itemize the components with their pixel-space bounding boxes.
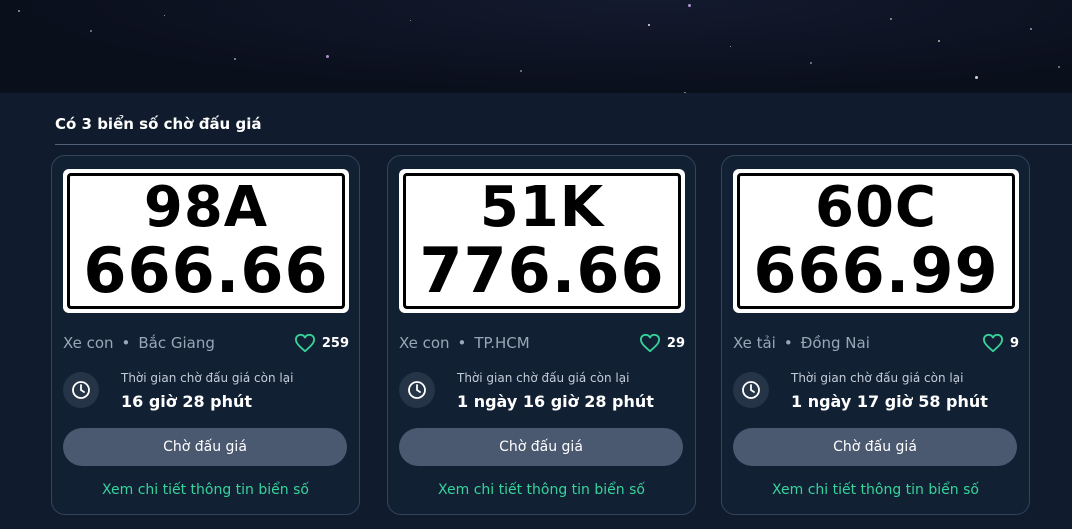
countdown-value: 16 giờ 28 phút [121, 392, 253, 411]
like-control[interactable]: 9 [982, 333, 1019, 353]
plate-series: 60C [814, 175, 938, 240]
meta-separator: • [457, 334, 467, 352]
star [1058, 66, 1060, 68]
plate-card: 98A 666.66 Xe con • Bắc Giang 259 Thời gia… [51, 155, 360, 515]
countdown-label: Thời gian chờ đấu giá còn lại [457, 371, 630, 385]
plate-details-link[interactable]: Xem chi tiết thông tin biển số [722, 482, 1029, 498]
star [18, 10, 20, 12]
heart-icon [294, 333, 315, 353]
plate-frame: 51K 776.66 [403, 173, 681, 309]
star [234, 58, 236, 60]
license-plate[interactable]: 51K 776.66 [399, 169, 685, 313]
star [648, 24, 650, 26]
meta-separator: • [121, 334, 131, 352]
plate-number: 666.66 [83, 234, 329, 307]
like-control[interactable]: 259 [294, 333, 349, 353]
heading-divider [55, 144, 1072, 145]
plate-card: 51K 776.66 Xe con • TP.HCM 29 Thời gian ch… [387, 155, 696, 515]
plate-meta: Xe tải • Đồng Nai [733, 334, 870, 352]
plate-card: 60C 666.99 Xe tải • Đồng Nai 9 Thời gian c… [721, 155, 1030, 515]
vehicle-type: Xe con [399, 334, 450, 352]
plate-details-link[interactable]: Xem chi tiết thông tin biển số [388, 482, 695, 498]
star [410, 20, 411, 21]
license-plate[interactable]: 98A 666.66 [63, 169, 349, 313]
star [688, 4, 691, 7]
region: Bắc Giang [138, 334, 215, 352]
star [90, 30, 92, 32]
star [520, 70, 522, 72]
star [730, 46, 731, 47]
section-heading: Có 3 biển số chờ đấu giá [55, 115, 262, 133]
like-count: 259 [321, 335, 349, 351]
star [975, 76, 978, 79]
countdown-value: 1 ngày 17 giờ 58 phút [791, 392, 988, 411]
like-control[interactable]: 29 [639, 333, 685, 353]
star [938, 40, 940, 42]
clock-icon [733, 372, 769, 408]
plate-frame: 60C 666.99 [737, 173, 1015, 309]
plate-details-link[interactable]: Xem chi tiết thông tin biển số [52, 482, 359, 498]
plate-number: 776.66 [419, 234, 665, 307]
plate-meta: Xe con • Bắc Giang [63, 334, 215, 352]
await-auction-button[interactable]: Chờ đấu giá [733, 428, 1017, 466]
vehicle-type: Xe con [63, 334, 114, 352]
plate-number: 666.99 [753, 234, 999, 307]
clock-icon [399, 372, 435, 408]
star [326, 55, 329, 58]
star [890, 18, 892, 20]
license-plate[interactable]: 60C 666.99 [733, 169, 1019, 313]
plate-series: 98A [143, 175, 269, 240]
star [164, 15, 165, 16]
like-count: 9 [1009, 335, 1019, 351]
plate-frame: 98A 666.66 [67, 173, 345, 309]
vehicle-type: Xe tải [733, 334, 776, 352]
meta-separator: • [783, 334, 793, 352]
region: TP.HCM [474, 334, 530, 352]
await-auction-button[interactable]: Chờ đấu giá [63, 428, 347, 466]
countdown-value: 1 ngày 16 giờ 28 phút [457, 392, 654, 411]
countdown-label: Thời gian chờ đấu giá còn lại [791, 371, 964, 385]
await-auction-button[interactable]: Chờ đấu giá [399, 428, 683, 466]
star [1030, 28, 1032, 30]
region: Đồng Nai [800, 334, 870, 352]
countdown-label: Thời gian chờ đấu giá còn lại [121, 371, 294, 385]
heart-icon [639, 333, 660, 353]
plate-series: 51K [479, 175, 605, 240]
plate-meta: Xe con • TP.HCM [399, 334, 530, 352]
clock-icon [63, 372, 99, 408]
starry-banner [0, 0, 1072, 93]
star [810, 62, 812, 64]
like-count: 29 [666, 335, 685, 351]
heart-icon [982, 333, 1003, 353]
